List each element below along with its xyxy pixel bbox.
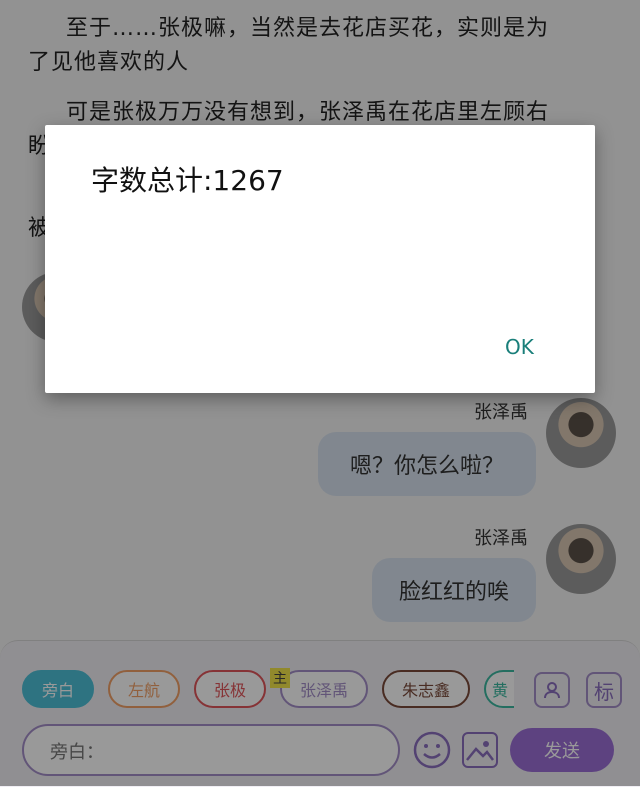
word-count-dialog: 字数总计:1267 OK [45,125,595,393]
ok-button[interactable]: OK [493,331,546,363]
modal-overlay[interactable] [0,0,640,786]
dialog-title: 字数总计:1267 [91,164,284,197]
